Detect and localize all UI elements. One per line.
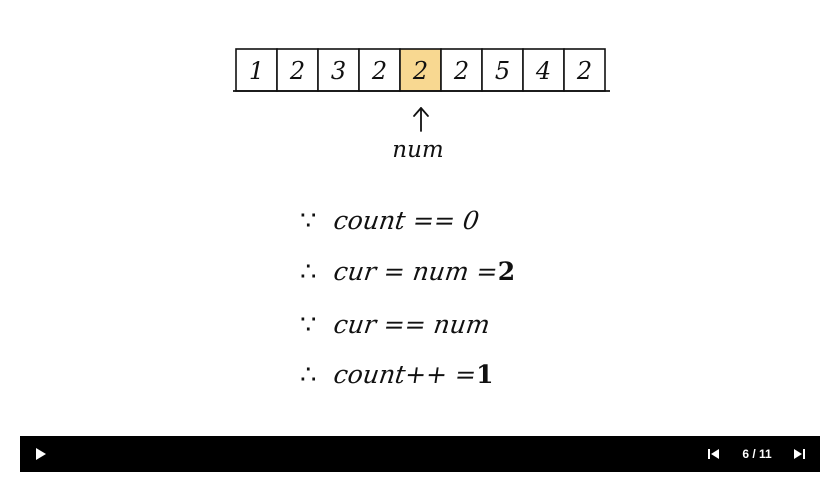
array-cell-value: 2 — [371, 57, 387, 85]
count-result: 1 — [476, 360, 494, 389]
array-cell-value: 3 — [331, 57, 346, 85]
pointer-arrow — [413, 107, 429, 132]
slide-canvas: 123222542 num ∵ count == 0 ∴ cur = num =… — [0, 0, 834, 436]
array-cell-value: 5 — [495, 57, 510, 85]
pointer-label: num — [392, 137, 443, 163]
count-increment: count++ = — [331, 360, 479, 389]
note-line-4: ∴ count++ = 1 — [300, 360, 620, 390]
array-cell-value: 2 — [412, 57, 428, 85]
skip-previous-icon — [708, 448, 720, 460]
because-symbol: ∵ — [300, 310, 317, 340]
cur-assignment: cur = num = — [331, 257, 500, 286]
note-line-1: ∵ count == 0 — [300, 206, 620, 236]
cur-condition: cur == num — [331, 310, 492, 339]
play-icon — [36, 448, 46, 460]
note-line-3: ∵ cur == num — [300, 310, 620, 340]
skip-next-icon — [794, 448, 806, 460]
previous-slide-button[interactable] — [703, 444, 725, 464]
array-cells: 123222542 — [233, 48, 610, 92]
array-cell-value: 2 — [576, 57, 592, 85]
array-cell-value: 1 — [249, 57, 264, 85]
slide-counter: 6 / 11 — [742, 447, 772, 461]
array-cell-value: 2 — [453, 57, 469, 85]
cur-result: 2 — [497, 257, 516, 286]
count-condition: count == 0 — [331, 206, 482, 235]
explanation-notes: ∵ count == 0 ∴ cur = num = 2 ∵ cur == nu… — [300, 206, 620, 413]
slideshow-controls: 6 / 11 — [20, 436, 820, 472]
note-line-2: ∴ cur = num = 2 — [300, 257, 620, 287]
play-button[interactable] — [30, 443, 52, 465]
because-symbol: ∵ — [300, 206, 317, 236]
next-slide-button[interactable] — [789, 444, 811, 464]
array-cell-value: 2 — [289, 57, 305, 85]
array-cell-value: 4 — [535, 57, 551, 85]
therefore-symbol: ∴ — [300, 360, 317, 390]
therefore-symbol: ∴ — [300, 257, 317, 287]
